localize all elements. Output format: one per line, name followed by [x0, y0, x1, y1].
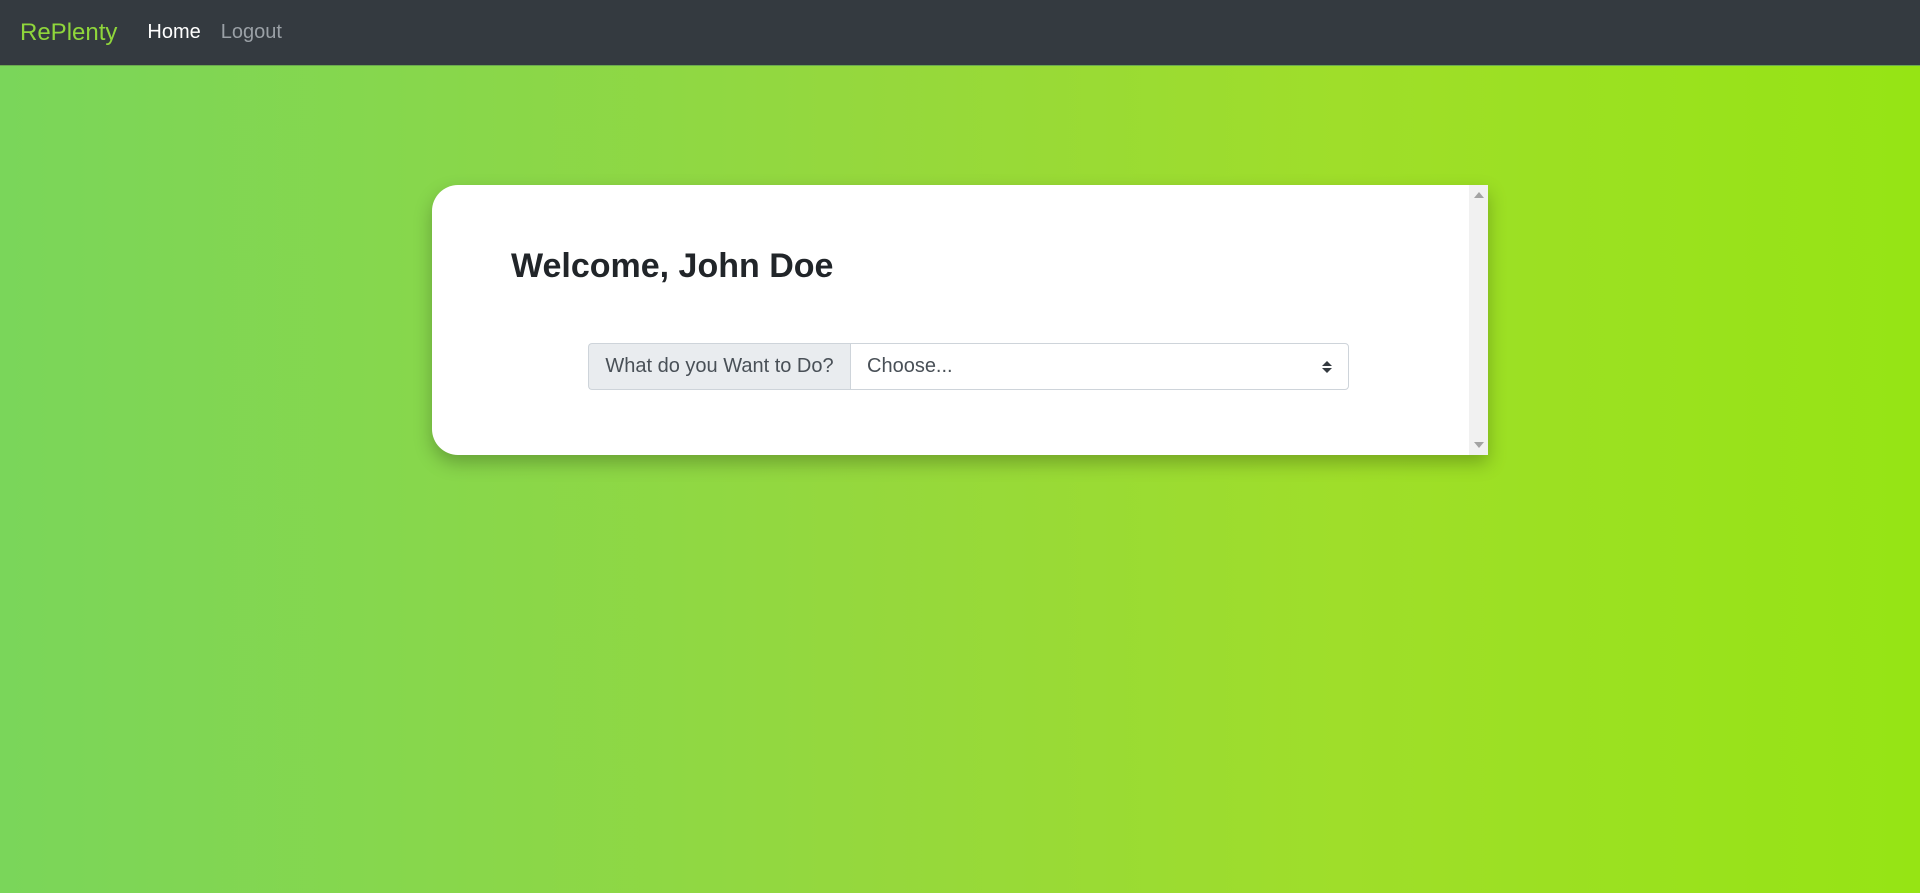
action-input-group: What do you Want to Do? Choose... — [588, 343, 1349, 390]
brand-link[interactable]: RePlenty — [20, 19, 117, 47]
select-arrows-icon — [1322, 360, 1332, 373]
nav-logout-link[interactable]: Logout — [221, 21, 282, 44]
card-scrollbar[interactable] — [1469, 185, 1488, 455]
top-navbar: RePlenty Home Logout — [0, 0, 1920, 66]
scroll-down-arrow-icon[interactable] — [1474, 442, 1484, 448]
welcome-card: Welcome, John Doe What do you Want to Do… — [432, 185, 1488, 455]
scroll-up-arrow-icon[interactable] — [1474, 192, 1484, 198]
nav-home-link[interactable]: Home — [147, 21, 200, 44]
action-select-value: Choose... — [867, 355, 953, 377]
action-select[interactable]: Choose... — [850, 343, 1349, 390]
welcome-heading: Welcome, John Doe — [511, 247, 834, 285]
action-label: What do you Want to Do? — [588, 343, 850, 390]
